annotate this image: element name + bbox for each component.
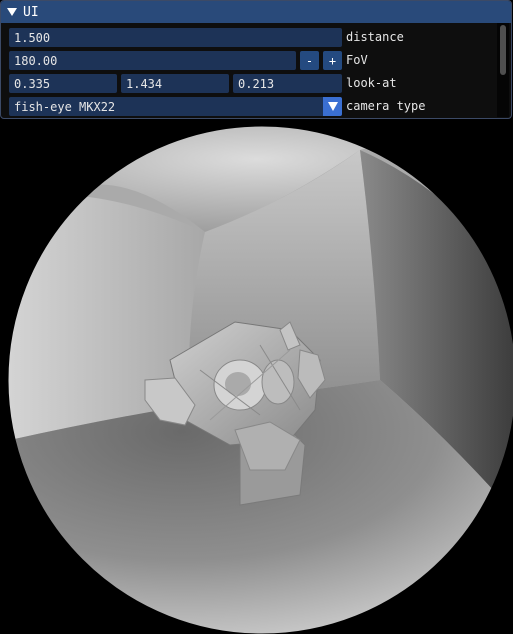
fov-increment-button[interactable]: + <box>323 51 342 70</box>
panel-titlebar[interactable]: UI <box>1 1 511 23</box>
look-at-y-field[interactable]: 1.434 <box>121 74 229 93</box>
fov-label: FoV <box>346 53 368 67</box>
distance-row: 1.500 <box>9 28 342 47</box>
look-at-z-field[interactable]: 0.213 <box>233 74 342 93</box>
ui-panel: UI 1.500 distance 180.00 - + FoV 0.335 1… <box>0 0 512 119</box>
camera-type-dropdown-button[interactable] <box>323 97 342 116</box>
camera-type-row: fish-eye MKX22 <box>9 97 323 116</box>
camera-type-combo[interactable]: fish-eye MKX22 <box>9 97 323 116</box>
scrollbar-grab[interactable] <box>500 25 506 75</box>
distance-label: distance <box>346 30 404 44</box>
look-at-label: look-at <box>346 76 397 90</box>
collapse-triangle-icon[interactable] <box>7 8 17 16</box>
camera-type-label: camera type <box>346 99 426 113</box>
look-at-row: 0.335 1.434 0.213 <box>9 74 342 93</box>
fov-field[interactable]: 180.00 <box>9 51 296 70</box>
fov-decrement-button[interactable]: - <box>300 51 319 70</box>
panel-title: UI <box>23 4 39 20</box>
look-at-x-field[interactable]: 0.335 <box>9 74 117 93</box>
app-stage: UI 1.500 distance 180.00 - + FoV 0.335 1… <box>0 0 513 634</box>
panel-scrollbar[interactable] <box>497 23 509 117</box>
distance-field[interactable]: 1.500 <box>9 28 342 47</box>
fov-row: 180.00 <box>9 51 296 70</box>
chevron-down-icon <box>327 102 338 111</box>
